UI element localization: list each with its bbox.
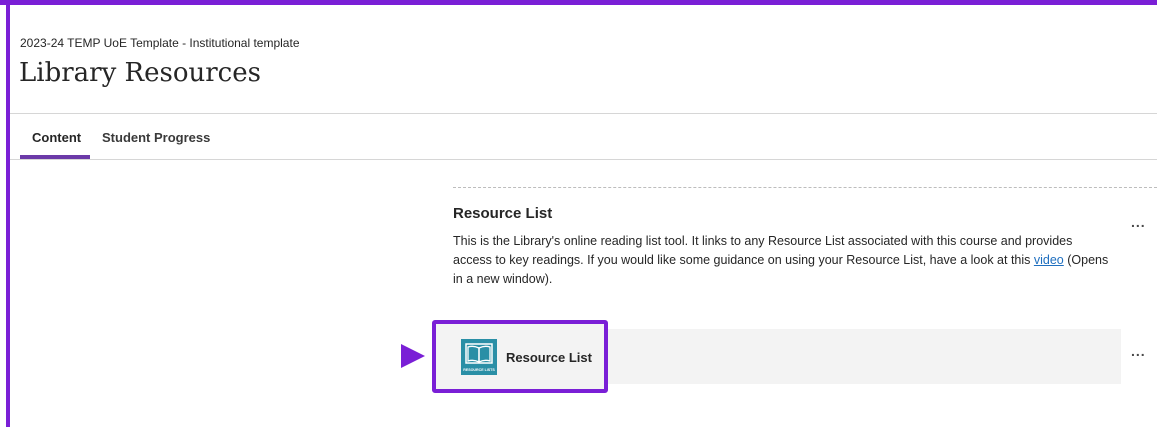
description-text: This is the Library's online reading lis… <box>453 234 1073 267</box>
tab-content[interactable]: Content <box>32 130 81 145</box>
tab-student-progress[interactable]: Student Progress <box>102 130 210 145</box>
resource-lists-book-icon: RESOURCE LISTS <box>461 339 497 375</box>
header-divider <box>10 113 1157 114</box>
resource-list-description: This is the Library's online reading lis… <box>453 232 1113 289</box>
tool-more-options-button[interactable]: ... <box>1131 344 1146 358</box>
course-breadcrumb[interactable]: 2023-24 TEMP UoE Template - Institutiona… <box>20 36 300 50</box>
tabs-divider <box>10 159 1157 160</box>
resource-list-tool-label[interactable]: Resource List <box>506 350 592 365</box>
pointer-arrow-icon <box>401 344 425 368</box>
highlight-frame-left <box>6 0 10 427</box>
item-more-options-button[interactable]: ... <box>1131 215 1146 229</box>
resource-list-item-title[interactable]: Resource List <box>453 205 552 222</box>
icon-caption: RESOURCE LISTS <box>463 368 495 372</box>
video-link[interactable]: video <box>1034 253 1064 267</box>
content-separator <box>453 187 1157 188</box>
highlight-frame-top <box>0 0 1157 5</box>
page-title: Library Resources <box>19 58 261 88</box>
